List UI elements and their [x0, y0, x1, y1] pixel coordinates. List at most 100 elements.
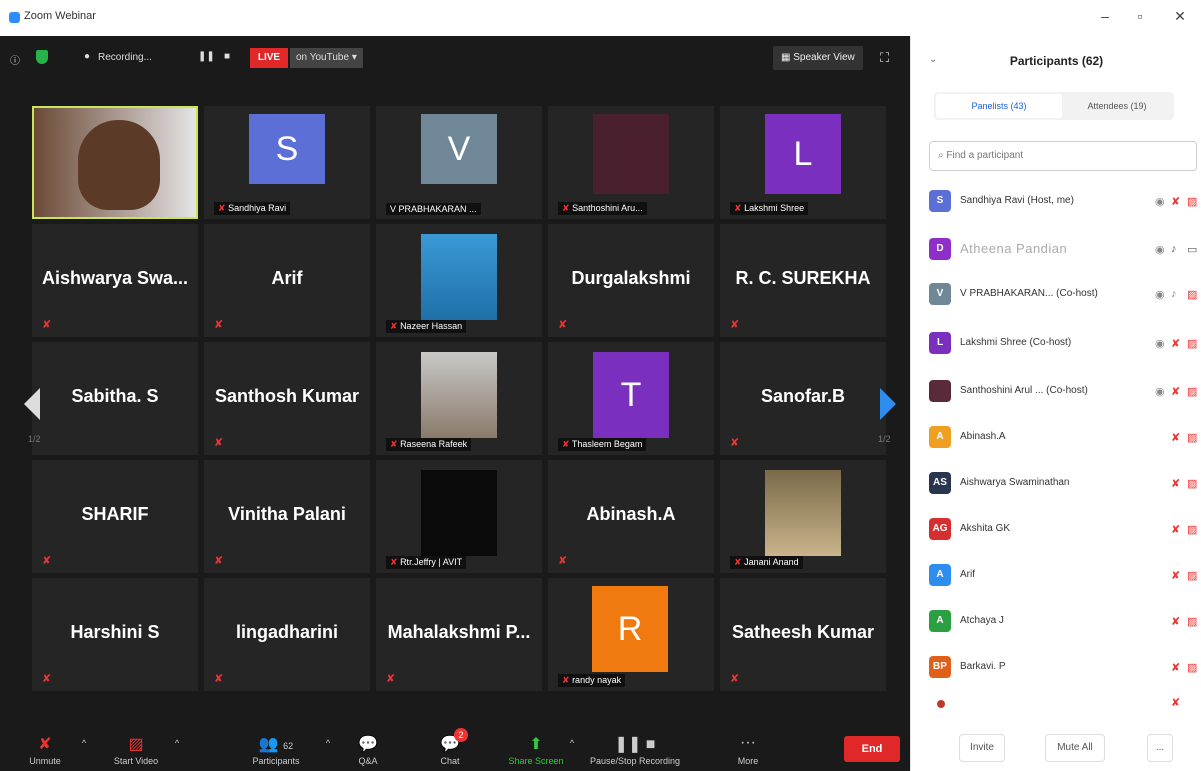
video-tile[interactable]: Mahalakshmi P... ✘ — [376, 578, 542, 691]
video-tile[interactable]: ✘ Rtr.Jeffry | AVIT — [376, 460, 542, 573]
muted-mic-icon[interactable]: ✘ — [1171, 696, 1180, 709]
next-page-arrow-icon[interactable] — [880, 388, 896, 420]
video-off-icon[interactable]: ▨ — [1187, 661, 1197, 674]
video-off-icon[interactable]: ▨ — [1187, 477, 1197, 490]
video-options-chevron[interactable]: ^ — [165, 726, 189, 771]
video-tile[interactable]: Abinash.A ✘ — [548, 460, 714, 573]
qa-button[interactable]: 💬 Q&A — [328, 726, 408, 771]
muted-mic-icon[interactable]: ✘ — [1171, 523, 1180, 536]
video-off-icon[interactable]: ▨ — [1187, 431, 1197, 444]
participant-row[interactable]: S Sandhiya Ravi (Host, me) ◉ ✘ ▨ — [929, 186, 1201, 218]
muted-mic-icon[interactable]: ✘ — [1171, 569, 1180, 582]
participant-row[interactable]: V V PRABHAKARAN... (Co-host) ◉ ♪ ▨ — [929, 279, 1201, 311]
muted-mic-icon: ✘ — [562, 439, 570, 449]
close-icon[interactable]: ✕ — [1170, 8, 1190, 25]
start-video-button[interactable]: ▨ Start Video — [96, 726, 176, 771]
participant-row-partial[interactable]: ✘ — [929, 694, 1201, 726]
stop-recording-icon[interactable]: ■ — [224, 51, 230, 62]
video-off-icon[interactable]: ▨ — [1187, 569, 1197, 582]
muted-mic-icon: ✘ — [42, 319, 52, 331]
avatar: S — [249, 114, 325, 184]
pause-stop-recording-button[interactable]: ❚❚ ■ Pause/Stop Recording — [580, 726, 690, 771]
participant-row[interactable]: Santhoshini Arul ... (Co-host) ◉ ✘ ▨ — [929, 376, 1201, 408]
muted-mic-icon[interactable]: ✘ — [1171, 477, 1180, 490]
muted-mic-icon[interactable]: ✘ — [1171, 195, 1180, 208]
video-tile[interactable]: Harshini S ✘ — [32, 578, 198, 691]
video-tile[interactable]: Arif ✘ — [204, 224, 370, 337]
restore-icon[interactable]: ▫ — [1130, 8, 1150, 24]
raise-hand-icon[interactable]: ◉ — [1155, 243, 1165, 256]
info-icon[interactable]: ⓘ — [10, 52, 20, 67]
mic-icon[interactable]: ♪ — [1171, 288, 1177, 300]
video-tile[interactable]: S ✘ Sandhiya Ravi — [204, 106, 370, 219]
video-off-icon[interactable]: ▨ — [1187, 337, 1197, 350]
muted-mic-icon[interactable]: ✘ — [1171, 661, 1180, 674]
raise-hand-icon[interactable]: ◉ — [1155, 385, 1165, 398]
video-off-icon[interactable]: ▨ — [1187, 288, 1197, 301]
tab-attendees[interactable]: Attendees (19) — [1062, 94, 1172, 118]
previous-page-arrow-icon[interactable] — [24, 388, 40, 420]
participant-row[interactable]: A Atchaya J ✘ ▨ — [929, 606, 1201, 638]
video-icon[interactable]: ▭ — [1187, 243, 1197, 256]
video-off-icon[interactable]: ▨ — [1187, 615, 1197, 628]
video-tile[interactable]: Aishwarya Swa... ✘ — [32, 224, 198, 337]
video-tile[interactable]: T ✘ Thasleem Begam — [548, 342, 714, 455]
video-tile[interactable]: Sabitha. S — [32, 342, 198, 455]
raise-hand-icon[interactable]: ◉ — [1155, 337, 1165, 350]
video-tile-self[interactable] — [32, 106, 198, 219]
mic-icon[interactable]: ♪ — [1171, 243, 1177, 255]
video-tile[interactable]: ✘ Janani Anand — [720, 460, 886, 573]
muted-mic-icon[interactable]: ✘ — [1171, 385, 1180, 398]
recording-icon: ● — [84, 51, 91, 62]
speaker-view-button[interactable]: ▦ Speaker View — [773, 46, 863, 70]
video-tile[interactable]: Santhosh Kumar ✘ — [204, 342, 370, 455]
raise-hand-icon[interactable]: ◉ — [1155, 195, 1165, 208]
raise-hand-icon[interactable]: ◉ — [1155, 288, 1165, 301]
end-button[interactable]: End — [844, 736, 900, 762]
video-tile[interactable]: L ✘ Lakshmi Shree — [720, 106, 886, 219]
participant-row[interactable]: L Lakshmi Shree (Co-host) ◉ ✘ ▨ — [929, 328, 1201, 360]
video-tile[interactable]: Satheesh Kumar ✘ — [720, 578, 886, 691]
security-shield-icon[interactable] — [36, 50, 48, 64]
video-off-icon[interactable]: ▨ — [1187, 523, 1197, 536]
video-tile[interactable]: ✘ Nazeer Hassan — [376, 224, 542, 337]
video-tile[interactable]: Vinitha Palani ✘ — [204, 460, 370, 573]
participant-row[interactable]: A Arif ✘ ▨ — [929, 560, 1201, 592]
live-badge[interactable]: LIVE — [250, 48, 288, 68]
search-placeholder: Find a participant — [946, 150, 1024, 161]
video-tile[interactable]: V V PRABHAKARAN ... — [376, 106, 542, 219]
video-tile[interactable]: Durgalakshmi ✘ — [548, 224, 714, 337]
video-tile[interactable]: R ✘ randy nayak — [548, 578, 714, 691]
tile-label: ✘ Thasleem Begam — [558, 438, 647, 451]
video-off-icon[interactable]: ▨ — [1187, 385, 1197, 398]
participant-name: Sandhiya Ravi (Host, me) — [960, 195, 1074, 206]
video-tile[interactable]: SHARIF ✘ — [32, 460, 198, 573]
invite-button[interactable]: Invite — [959, 734, 1005, 762]
muted-mic-icon[interactable]: ✘ — [1171, 615, 1180, 628]
participant-row[interactable]: A Abinash.A ✘ ▨ — [929, 422, 1201, 454]
youtube-dropdown[interactable]: on YouTube ▾ — [290, 48, 363, 68]
video-tile[interactable]: ✘ Raseena Rafeek — [376, 342, 542, 455]
mute-all-button[interactable]: Mute All — [1045, 734, 1105, 762]
participant-row[interactable]: BP Barkavi. P ✘ ▨ — [929, 652, 1201, 684]
video-tile[interactable]: Sanofar.B ✘ — [720, 342, 886, 455]
video-tile[interactable]: R. C. SUREKHA ✘ — [720, 224, 886, 337]
minimize-icon[interactable]: – — [1095, 8, 1115, 24]
more-button[interactable]: ··· More — [708, 726, 788, 771]
pause-recording-icon[interactable]: ❚❚ — [198, 51, 215, 62]
video-tile[interactable]: lingadharini ✘ — [204, 578, 370, 691]
chat-button[interactable]: 💬 2 Chat — [410, 726, 490, 771]
fullscreen-icon[interactable]: ⛶ — [880, 50, 889, 66]
more-options-button[interactable]: ... — [1147, 734, 1173, 762]
muted-mic-icon[interactable]: ✘ — [1171, 337, 1180, 350]
video-off-icon[interactable]: ▨ — [1187, 195, 1197, 208]
participant-row[interactable]: AS Aishwarya Swaminathan ✘ ▨ — [929, 468, 1201, 500]
muted-mic-icon[interactable]: ✘ — [1171, 431, 1180, 444]
participant-row[interactable]: D Atheena Pandian ◉ ♪ ▭ — [929, 234, 1201, 266]
participant-row[interactable]: AG Akshita GK ✘ ▨ — [929, 514, 1201, 546]
audio-options-chevron[interactable]: ^ — [72, 726, 96, 771]
participants-button[interactable]: 👥 62 Participants — [236, 726, 316, 771]
video-tile[interactable]: ✘ Santhoshini Aru... — [548, 106, 714, 219]
search-input[interactable]: ⌕ Find a participant — [929, 141, 1197, 171]
tab-panelists[interactable]: Panelists (43) — [936, 94, 1062, 118]
